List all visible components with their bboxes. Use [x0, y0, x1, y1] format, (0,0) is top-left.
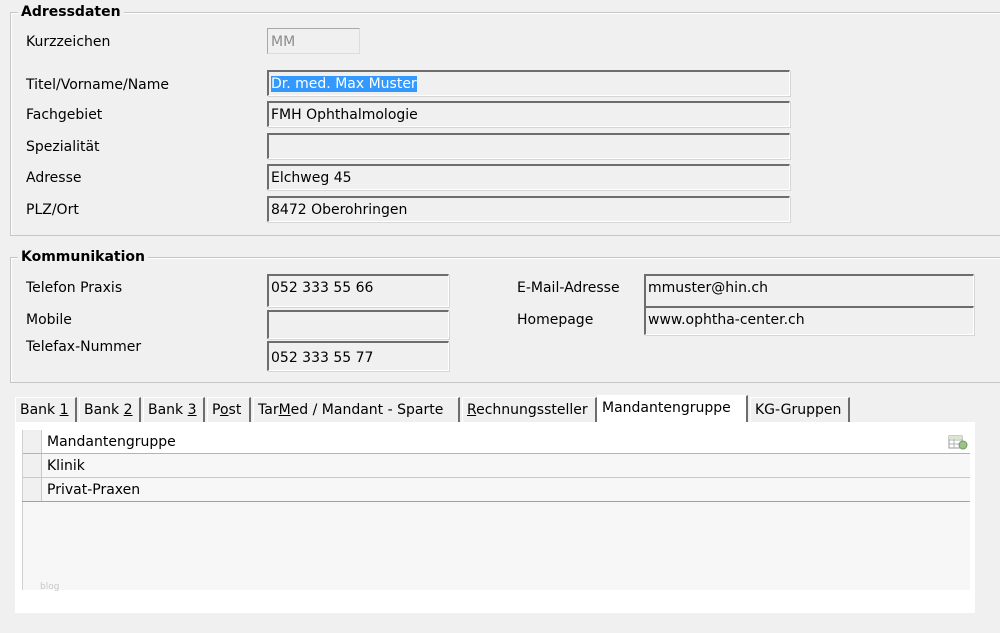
grid-cell[interactable]: Klinik	[47, 456, 85, 476]
adresse-label: Adresse	[26, 170, 82, 186]
kurzzeichen-label: Kurzzeichen	[26, 34, 111, 50]
name-field[interactable]: Dr. med. Max Muster	[267, 70, 790, 96]
grid-left-border	[22, 430, 23, 590]
tab-bank-3[interactable]: Bank 3	[143, 397, 205, 422]
mobile-label: Mobile	[26, 312, 72, 328]
tab-bank-3-mnemonic: 3	[187, 402, 197, 418]
kurzzeichen-field: MM	[267, 28, 360, 54]
mobile-field[interactable]	[267, 310, 449, 339]
telefax-label: Telefax-Nummer	[26, 339, 142, 355]
tab-post-mnemonic: o	[219, 402, 229, 418]
grid-settings-icon-svg	[948, 435, 968, 450]
adressdaten-legend: Adressdaten	[18, 3, 124, 21]
table-row[interactable]: Klinik	[22, 454, 970, 478]
plzort-field[interactable]: 8472 Oberohringen	[267, 196, 790, 222]
tab-mandantengruppe[interactable]: Mandantengruppe	[597, 395, 748, 422]
tab-bank-2-label: Bank	[84, 402, 124, 418]
tab-tarmed[interactable]: TarMed / Mandant - Sparte	[253, 397, 460, 422]
name-field-selected-text: Dr. med. Max Muster	[271, 76, 417, 92]
table-row[interactable]: Privat-Praxen	[22, 478, 970, 502]
tab-kg-gruppen-label: KG-Gruppen	[755, 402, 842, 418]
spezialitaet-field[interactable]	[267, 133, 790, 159]
tab-bank-2-mnemonic: 2	[123, 402, 133, 418]
mandantengruppe-grid: Mandantengruppe Klinik Privat-Praxen	[22, 430, 970, 590]
tab-rechnungssteller[interactable]: Rechnungssteller	[462, 397, 597, 422]
grid-header-row: Mandantengruppe	[22, 430, 970, 454]
row-header[interactable]	[22, 478, 42, 501]
grid-column-header[interactable]: Mandantengruppe	[47, 432, 176, 452]
grid-settings-icon[interactable]	[948, 433, 968, 451]
telefon-field[interactable]: 052 333 55 66	[267, 274, 449, 307]
tab-tarmed-post: ed / Mandant - Sparte	[290, 402, 444, 418]
kommunikation-legend: Kommunikation	[18, 248, 148, 266]
tab-mandantengruppe-label: Mandantengruppe	[602, 400, 731, 416]
tab-bank-1[interactable]: Bank 1	[15, 397, 77, 422]
tab-post-post: st	[228, 402, 242, 418]
fachgebiet-field[interactable]: FMH Ophthalmologie	[267, 101, 790, 127]
tab-bank-1-label: Bank	[20, 402, 60, 418]
grid-bottom-border	[22, 501, 970, 502]
plzort-label: PLZ/Ort	[26, 202, 79, 218]
tab-bank-2[interactable]: Bank 2	[79, 397, 141, 422]
tab-tarmed-pre: Tar	[258, 402, 279, 418]
homepage-field[interactable]: www.ophtha-center.ch	[644, 306, 974, 335]
adresse-field[interactable]: Elchweg 45	[267, 164, 790, 190]
tab-tarmed-mnemonic: M	[278, 402, 291, 418]
name-label: Titel/Vorname/Name	[26, 77, 170, 93]
telefax-field[interactable]: 052 333 55 77	[267, 341, 449, 371]
row-header[interactable]	[22, 454, 42, 477]
tab-post-pre: P	[212, 402, 220, 418]
tab-post[interactable]: Post	[207, 397, 251, 422]
grid-cell[interactable]: Privat-Praxen	[47, 480, 140, 500]
grid-corner-cell	[22, 430, 42, 453]
email-field[interactable]: mmuster@hin.ch	[644, 274, 974, 307]
fachgebiet-label: Fachgebiet	[26, 107, 103, 123]
telefon-label: Telefon Praxis	[26, 280, 123, 296]
homepage-label: Homepage	[517, 312, 594, 328]
watermark-text: blog	[40, 582, 60, 592]
tab-kg-gruppen[interactable]: KG-Gruppen	[750, 397, 850, 422]
tab-rechnungssteller-mnemonic: R	[467, 402, 477, 418]
email-label: E-Mail-Adresse	[517, 280, 620, 296]
tab-rechnungssteller-post: echnungssteller	[476, 402, 588, 418]
spezialitaet-label: Spezialität	[26, 139, 100, 155]
tab-bank-1-mnemonic: 1	[59, 402, 69, 418]
tab-bank-3-label: Bank	[148, 402, 188, 418]
